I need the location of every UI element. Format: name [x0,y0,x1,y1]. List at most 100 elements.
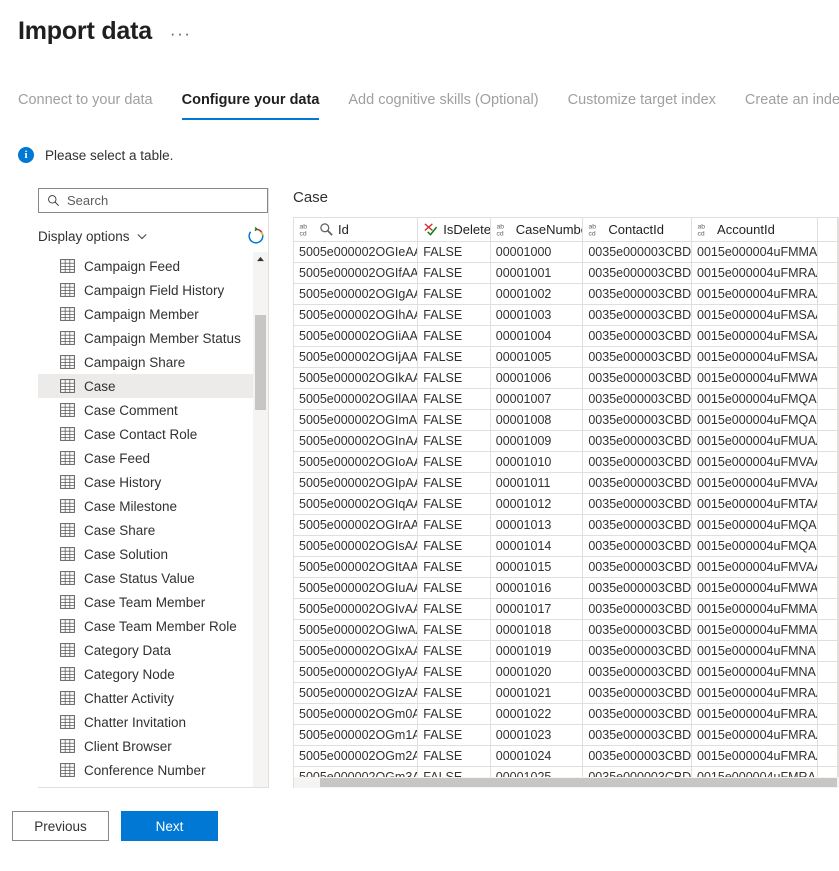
column-header[interactable]: ab cd ContactId [582,218,693,242]
table-row[interactable]: 5005e000002OGm2A...FALSE000010240035e000… [294,745,838,767]
table-row[interactable]: 5005e000002OGIuAAGFALSE000010160035e0000… [294,577,838,599]
display-options-dropdown[interactable]: Display options [38,229,147,244]
table-cell: 0035e000003CBDaA... [582,346,693,368]
table-cell-spacer [817,241,838,263]
table-row[interactable]: 5005e000002OGm0A...FALSE000010220035e000… [294,703,838,725]
more-options-button[interactable]: ··· [170,25,191,42]
table-list-item[interactable]: Case Feed [38,446,268,470]
table-cell: 5005e000002OGIyAAG [294,661,419,683]
table-list-item[interactable]: Contact [38,782,268,788]
table-row[interactable]: 5005e000002OGInAAGFALSE000010090035e0000… [294,430,838,452]
data-grid-horizontal-scrollbar[interactable] [293,777,839,788]
search-input[interactable] [67,193,259,208]
table-list-item[interactable]: Campaign Member [38,302,268,326]
column-header[interactable]: ab cd AccountId [691,218,818,242]
table-list-item[interactable]: Case Milestone [38,494,268,518]
table-row[interactable]: 5005e000002OGm1A...FALSE000010230035e000… [294,724,838,746]
table-list-item[interactable]: Category Data [38,638,268,662]
table-row[interactable]: 5005e000002OGIiAAG FALSE 00001004 0035e0000… [294,325,838,347]
table-list-item[interactable]: Case Team Member [38,590,268,614]
table-cell: 5005e000002OGIkAAG [294,367,419,389]
table-row[interactable]: 5005e000002OGItAAG FALSE 00001015 0035e0000… [294,556,838,578]
table-row[interactable]: 5005e000002OGIwAAGFALSE000010180035e0000… [294,619,838,641]
info-message-bar: i Please select a table. [0,145,839,165]
table-row[interactable]: 5005e000002OGIsAAGFALSE000010140035e0000… [294,535,838,557]
tab-configure-your-data[interactable]: Configure your data [181,91,320,120]
next-button[interactable]: Next [121,811,218,841]
table-list-item[interactable]: Chatter Activity [38,686,268,710]
table-list-item[interactable]: Campaign Share [38,350,268,374]
tab-customize-target-index[interactable]: Customize target index [568,91,716,120]
table-list-item[interactable]: Case [38,374,268,398]
table-row[interactable]: 5005e000002OGIeAAGFALSE000010000035e0000… [294,241,838,263]
table-list-item[interactable]: Case Comment [38,398,268,422]
table-row[interactable]: 5005e000002OGIgAAGFALSE000010020035e0000… [294,283,838,305]
data-grid-header: abcd Id IsDeleted abcd CaseNumber abcd Contact… [294,218,838,242]
table-list-item-label: Case Comment [84,402,178,418]
tab-connect-to-your-data[interactable]: Connect to your data [18,91,153,120]
table-cell: 5005e000002OGIoAAG [294,451,419,473]
refresh-icon[interactable] [246,226,266,246]
table-list-item[interactable]: Case History [38,470,268,494]
column-header[interactable]: ab cd Id [294,218,419,242]
table-list-item[interactable]: Case Team Member Role [38,614,268,638]
table-icon [60,499,75,513]
tab-add-cognitive-skills[interactable]: Add cognitive skills (Optional) [348,91,538,120]
table-cell: 0035e000003CBDeA... [582,451,693,473]
column-header[interactable]: IsDeleted [417,218,491,242]
tab-create-an-indexer[interactable]: Create an indexer [745,91,839,120]
table-row[interactable]: 5005e000002OGIlAAG FALSE 00001007 0035e0000… [294,388,838,410]
table-list-item[interactable]: Case Solution [38,542,268,566]
table-list-item[interactable]: Chatter Invitation [38,710,268,734]
table-list-item[interactable]: Category Node [38,662,268,686]
table-list-item[interactable]: Client Browser [38,734,268,758]
table-row[interactable]: 5005e000002OGIhAAGFALSE000010030035e0000… [294,304,838,326]
table-row[interactable]: 5005e000002OGIfAAG FALSE 00001001 0035e0000… [294,262,838,284]
table-row[interactable]: 5005e000002OGIzAAGFALSE000010210035e0000… [294,682,838,704]
table-cell-spacer [817,556,838,578]
table-cell-spacer [817,619,838,641]
table-cell: 5005e000002OGIuAAG [294,577,419,599]
search-box[interactable] [38,188,268,213]
table-cell: 5005e000002OGm2A... [294,745,419,767]
table-icon [60,691,75,705]
table-row[interactable]: 5005e000002OGImAAGFALSE000010080035e0000… [294,409,838,431]
table-list-scrollbar[interactable] [253,252,268,787]
table-cell: FALSE [417,766,491,777]
table-row[interactable]: 5005e000002OGIoAAGFALSE000010100035e0000… [294,451,838,473]
table-list-item[interactable]: Campaign Member Status [38,326,268,350]
table-cell: 00001006 [490,367,584,389]
table-icon [60,739,75,753]
table-row[interactable]: 5005e000002OGIpAAGFALSE000010110035e0000… [294,472,838,494]
table-row[interactable]: 5005e000002OGIjAAG FALSE 00001005 0035e0000… [294,346,838,368]
table-row[interactable]: 5005e000002OGIxAAGFALSE000010190035e0000… [294,640,838,662]
table-icon [60,763,75,777]
previous-button[interactable]: Previous [12,811,109,841]
table-row[interactable]: 5005e000002OGIqAAGFALSE000010120035e0000… [294,493,838,515]
table-row[interactable]: 5005e000002OGm3A...FALSE000010250035e000… [294,766,838,777]
table-list-item[interactable]: Campaign Feed [38,254,268,278]
table-cell: 0035e000003CBDdA... [582,430,693,452]
chevron-down-icon [137,233,147,239]
table-list-item[interactable]: Campaign Field History [38,278,268,302]
table-row[interactable]: 5005e000002OGIrAAG FALSE 00001013 0035e0000… [294,514,838,536]
table-row[interactable]: 5005e000002OGIkAAGFALSE000010060035e0000… [294,367,838,389]
table-list-item[interactable]: Case Contact Role [38,422,268,446]
table-list-item[interactable]: Case Status Value [38,566,268,590]
table-cell-spacer [817,724,838,746]
table-row[interactable]: 5005e000002OGIvAAGFALSE000010170035e0000… [294,598,838,620]
table-list-item-label: Campaign Member [84,306,199,322]
table-list-item[interactable]: Case Share [38,518,268,542]
table-cell-spacer [817,409,838,431]
table-cell: 5005e000002OGIxAAG [294,640,419,662]
scroll-up-arrow-icon[interactable] [256,256,265,262]
hscrollbar-thumb[interactable] [320,778,837,787]
table-cell: FALSE [417,451,491,473]
table-list-item[interactable]: Conference Number [38,758,268,782]
scrollbar-thumb[interactable] [255,315,266,410]
svg-text:cd: cd [299,230,306,237]
table-cell: 00001001 [490,262,584,284]
table-cell: 5005e000002OGIwAAG [294,619,419,641]
table-row[interactable]: 5005e000002OGIyAAGFALSE000010200035e0000… [294,661,838,683]
column-header[interactable]: abcd CaseNumber [490,218,584,242]
